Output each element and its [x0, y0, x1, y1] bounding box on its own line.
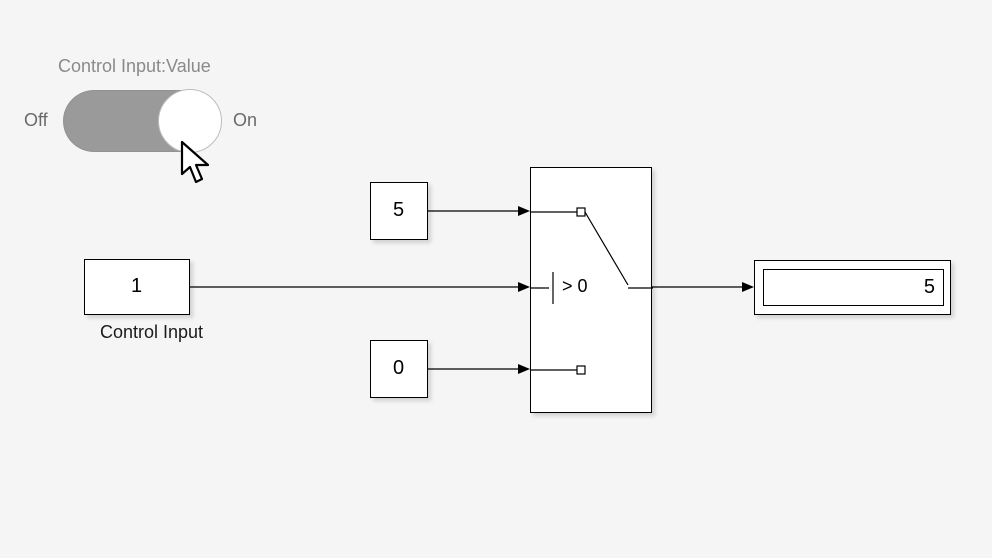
- toggle-on-label: On: [233, 110, 257, 131]
- display-inner: 5: [763, 269, 944, 306]
- toggle-off-label: Off: [24, 110, 48, 131]
- toggle-title: Control Input:Value: [58, 56, 211, 77]
- switch-threshold-text: > 0: [562, 276, 588, 297]
- cursor-icon: [178, 140, 218, 188]
- switch-block[interactable]: > 0: [530, 167, 652, 413]
- constant-value: 1: [131, 275, 142, 298]
- constant-value: 5: [393, 199, 404, 222]
- switch-block-graphic: [531, 168, 653, 414]
- constant-block-control-input[interactable]: 1: [84, 259, 190, 315]
- constant-block-bottom[interactable]: 0: [370, 340, 428, 398]
- display-value: 5: [924, 276, 935, 299]
- constant-block-top[interactable]: 5: [370, 182, 428, 240]
- model-canvas: Control Input:Value Off On 1 Control Inp…: [0, 0, 992, 558]
- constant-block-control-input-label: Control Input: [100, 322, 203, 343]
- display-block[interactable]: 5: [754, 260, 951, 315]
- constant-value: 0: [393, 357, 404, 380]
